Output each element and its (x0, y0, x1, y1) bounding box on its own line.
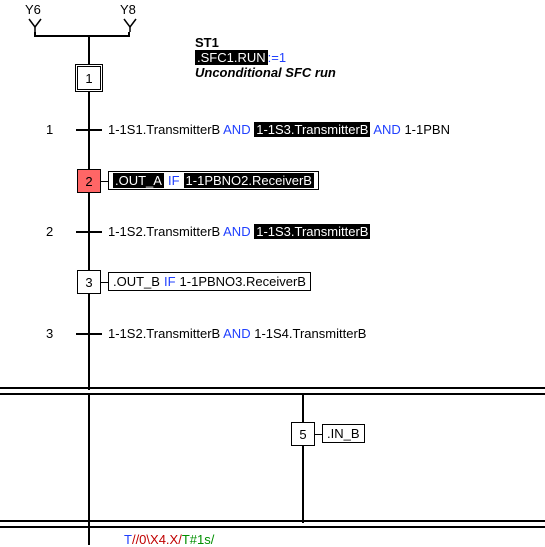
step5-action[interactable]: .IN_B (322, 424, 365, 443)
sfc-assign-line: .SFC1.RUN:=1 (195, 50, 336, 65)
step-1-label: 1 (85, 71, 92, 86)
t2-number: 2 (46, 224, 53, 239)
step3-action[interactable]: .OUT_B IF 1-1PBNO3.ReceiverB (108, 272, 311, 291)
a2-if: IF (168, 173, 180, 188)
y6-arrow-icon (28, 18, 42, 32)
top-hline (34, 35, 130, 37)
a2-cond: 1-1PBNO2.ReceiverB (184, 173, 314, 188)
a5-out: .IN_B (327, 426, 360, 441)
y8-arrow-icon (123, 18, 137, 32)
y8-label: Y8 (120, 2, 136, 17)
t1-a: 1-1S1.TransmitterB (108, 122, 220, 137)
step-5[interactable]: 5 (291, 422, 315, 446)
t3-mark (76, 333, 102, 335)
parallel-divergence (0, 387, 545, 395)
y6-stub (34, 32, 36, 35)
a3-cond: 1-1PBNO3.ReceiverB (180, 274, 306, 289)
a3-out: .OUT_B (113, 274, 160, 289)
parallel-convergence (0, 520, 545, 528)
t3-number: 3 (46, 326, 53, 341)
header-block: ST1 .SFC1.RUN:=1 Unconditional SFC run (195, 35, 336, 80)
y8-stub (128, 32, 130, 35)
st1-title: ST1 (195, 35, 336, 50)
step-1[interactable]: 1 (75, 64, 103, 92)
header-subtitle: Unconditional SFC run (195, 65, 336, 80)
step-2[interactable]: 2 (77, 169, 101, 193)
step2-action[interactable]: .OUT_A IF 1-1PBNO2.ReceiverB (108, 171, 319, 190)
t2-b: 1-1S3.TransmitterB (254, 224, 370, 239)
y6-label: Y6 (25, 2, 41, 17)
step-2-label: 2 (85, 174, 92, 189)
sfc-token: .SFC1.RUN (195, 50, 268, 65)
step-3-label: 3 (85, 275, 92, 290)
t3-b: 1-1S4.TransmitterB (254, 326, 366, 341)
a2-out: .OUT_A (113, 173, 164, 188)
t2-and: AND (223, 224, 250, 239)
step-3[interactable]: 3 (77, 270, 101, 294)
t2-expr: 1-1S2.TransmitterB AND 1-1S3.Transmitter… (108, 224, 370, 239)
t3-expr: 1-1S2.TransmitterB AND 1-1S4.Transmitter… (108, 326, 366, 341)
t1-b: 1-1S3.TransmitterB (254, 122, 370, 137)
t1-number: 1 (46, 122, 53, 137)
t1-expr: 1-1S1.TransmitterB AND 1-1S3.Transmitter… (108, 122, 450, 137)
t1-mark (76, 129, 102, 131)
t3-a: 1-1S2.TransmitterB (108, 326, 220, 341)
branch-right-vline (302, 395, 304, 523)
a3-if: IF (164, 274, 176, 289)
t1-and2: AND (373, 122, 400, 137)
t3-and: AND (223, 326, 250, 341)
t2-a: 1-1S2.TransmitterB (108, 224, 220, 239)
t1-c: 1-1PBN (404, 122, 450, 137)
t1-and1: AND (223, 122, 250, 137)
assign-op: :=1 (268, 50, 286, 65)
t2-mark (76, 231, 102, 233)
step-5-label: 5 (299, 427, 306, 442)
